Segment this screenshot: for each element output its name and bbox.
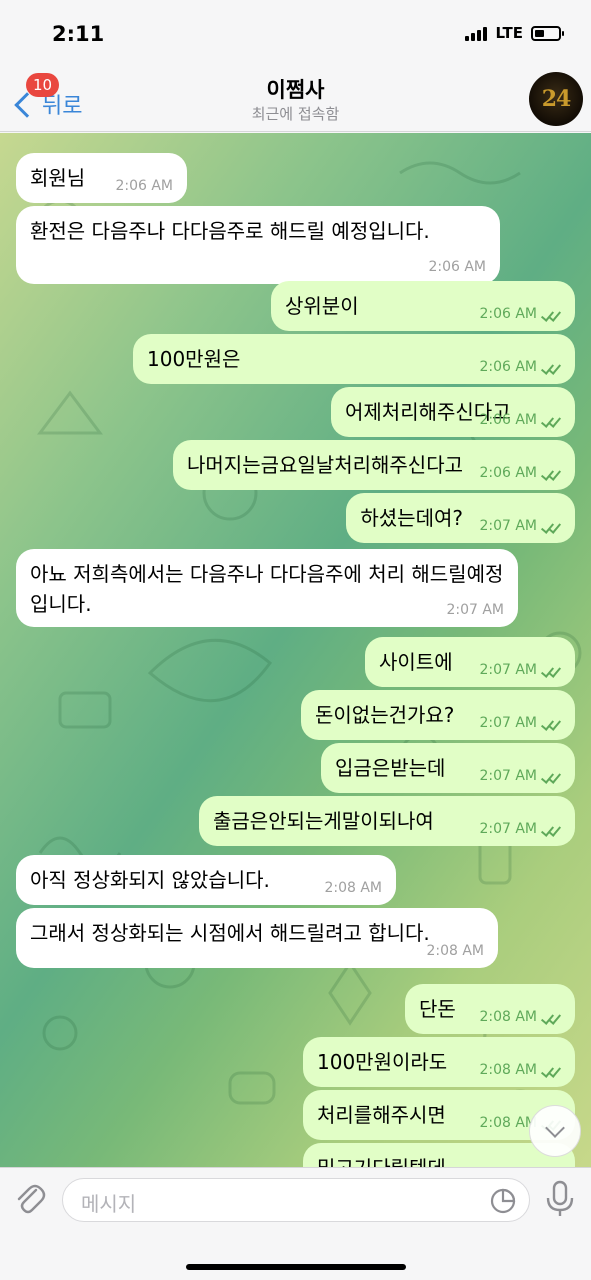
message-text: 아직 정상화되지 않았습니다. (30, 868, 270, 892)
message-time: 2:07 AM (446, 602, 504, 618)
scroll-down-button[interactable] (529, 1105, 581, 1157)
incoming-message[interactable]: 환전은 다음주나 다다음주로 해드릴 예정입니다. 2:06 AM (16, 206, 500, 284)
message-time: 2:07 AM (479, 768, 537, 784)
read-receipt-icon (540, 663, 562, 678)
read-receipt-icon (540, 1063, 562, 1078)
message-time: 2:07 AM (479, 518, 537, 534)
incoming-message[interactable]: 아직 정상화되지 않았습니다. 2:08 AM (16, 855, 396, 905)
message-meta: 2:07 AM (479, 819, 562, 840)
sticker-icon[interactable] (489, 1187, 517, 1215)
outgoing-message[interactable]: 어제처리해주신다고 2:06 AM (331, 387, 575, 437)
message-meta: 2:06 AM (115, 176, 173, 197)
message-time: 2:06 AM (115, 178, 173, 194)
message-time: 2:08 AM (324, 880, 382, 896)
message-text: 그래서 정상화되는 시점에서 해드릴려고 합니다. (30, 921, 430, 945)
message-meta: 2:06 AM (479, 304, 562, 325)
message-meta: 2:07 AM (479, 516, 562, 537)
status-time: 2:11 (52, 22, 105, 46)
read-receipt-icon (540, 466, 562, 481)
message-time: 2:06 AM (479, 412, 537, 428)
chat-area[interactable]: 회원님 2:06 AM 환전은 다음주나 다다음주로 해드릴 예정입니다. 2:06 … (0, 133, 591, 1167)
read-receipt-icon (540, 822, 562, 837)
message-text: 100만원은 (147, 347, 241, 371)
message-meta: 2:07 AM (479, 660, 562, 681)
outgoing-message[interactable]: 나머지는금요일날처리해주신다고 2:06 AM (173, 440, 575, 490)
message-time: 2:06 AM (479, 359, 537, 375)
outgoing-message[interactable]: 하셨는데여? 2:07 AM (346, 493, 575, 543)
last-seen-status: 최근에 접속함 (251, 105, 340, 123)
message-text: 처리를해주시면 (317, 1103, 446, 1127)
message-time: 2:08 AM (426, 943, 484, 959)
paperclip-icon[interactable] (14, 1182, 46, 1216)
message-meta: 2:06 AM (479, 357, 562, 378)
message-meta: 2:07 AM (479, 766, 562, 787)
outgoing-message[interactable]: 단돈 2:08 AM (405, 984, 575, 1034)
message-text: 출금은안되는게말이되나여 (213, 809, 434, 833)
incoming-message[interactable]: 아뇨 저희측에서는 다음주나 다다음주에 처리 해드릴예정입니다. 2:07 AM (16, 549, 518, 627)
message-text: 환전은 다음주나 다다음주로 해드릴 예정입니다. (30, 219, 430, 243)
chat-header: 뒤로 10 이쩜사 최근에 접속함 24 (0, 66, 591, 132)
home-indicator (186, 1264, 406, 1270)
status-bar: 2:11 LTE (0, 0, 591, 66)
message-time: 2:06 AM (479, 306, 537, 322)
message-text: 돈이없는건가요? (315, 703, 455, 727)
message-text: 사이트에 (379, 650, 453, 674)
message-time: 2:08 AM (479, 1062, 537, 1078)
message-meta: 2:08 AM (479, 1007, 562, 1028)
message-text: 믿고기다릴텐데 (317, 1156, 446, 1167)
message-text: 100만원이라도 (317, 1050, 448, 1074)
outgoing-message[interactable]: 입금은받는데 2:07 AM (321, 743, 575, 793)
read-receipt-icon (540, 716, 562, 731)
message-text: 입금은받는데 (335, 756, 446, 780)
battery-icon (531, 25, 564, 41)
message-time: 2:07 AM (479, 662, 537, 678)
outgoing-message[interactable]: 사이트에 2:07 AM (365, 637, 575, 687)
message-meta: 2:08 AM (479, 1060, 562, 1081)
incoming-message[interactable]: 회원님 2:06 AM (16, 153, 187, 203)
incoming-message[interactable]: 그래서 정상화되는 시점에서 해드릴려고 합니다. 2:08 AM (16, 908, 498, 968)
message-meta: 2:07 AM (446, 600, 504, 621)
read-receipt-icon (540, 519, 562, 534)
message-text: 단돈 (419, 997, 456, 1021)
read-receipt-icon (540, 307, 562, 322)
message-meta: 2:06 AM (428, 257, 486, 278)
message-time: 2:07 AM (479, 821, 537, 837)
message-time: 2:06 AM (428, 259, 486, 275)
message-text: 회원님 (30, 166, 86, 190)
message-text: 아뇨 저희측에서는 다음주나 다다음주에 처리 해드릴예정입니다. (30, 562, 504, 616)
outgoing-message[interactable]: 100만원이라도 2:08 AM (303, 1037, 575, 1087)
chevron-down-icon (545, 1118, 565, 1138)
avatar-logo-text: 24 (541, 86, 572, 112)
message-meta: 2:06 AM (479, 463, 562, 484)
outgoing-message[interactable]: 상위분이 2:06 AM (271, 281, 575, 331)
message-time: 2:08 AM (479, 1009, 537, 1025)
outgoing-message[interactable]: 출금은안되는게말이되나여 2:07 AM (199, 796, 575, 846)
read-receipt-icon (540, 769, 562, 784)
network-label: LTE (495, 24, 523, 42)
status-indicators: LTE (465, 24, 564, 42)
message-meta: 2:08 AM (324, 878, 382, 899)
message-meta: 2:08 AM (426, 941, 484, 962)
message-meta: 2:07 AM (479, 713, 562, 734)
avatar[interactable]: 24 (529, 72, 583, 126)
message-text: 나머지는금요일날처리해주신다고 (187, 453, 463, 477)
read-receipt-icon (540, 1010, 562, 1025)
message-meta: 2:06 AM (479, 410, 562, 431)
message-input[interactable]: 메시지 (62, 1178, 530, 1222)
chat-title[interactable]: 이쩜사 (0, 74, 591, 104)
message-placeholder: 메시지 (81, 1192, 137, 1216)
microphone-icon[interactable] (545, 1180, 575, 1218)
outgoing-message[interactable]: 돈이없는건가요? 2:07 AM (301, 690, 575, 740)
message-text: 하셨는데여? (360, 506, 463, 530)
message-text: 상위분이 (285, 294, 359, 318)
signal-icon (465, 25, 488, 41)
outgoing-message[interactable]: 100만원은 2:06 AM (133, 334, 575, 384)
read-receipt-icon (540, 360, 562, 375)
message-time: 2:06 AM (479, 465, 537, 481)
message-time: 2:07 AM (479, 715, 537, 731)
read-receipt-icon (540, 413, 562, 428)
